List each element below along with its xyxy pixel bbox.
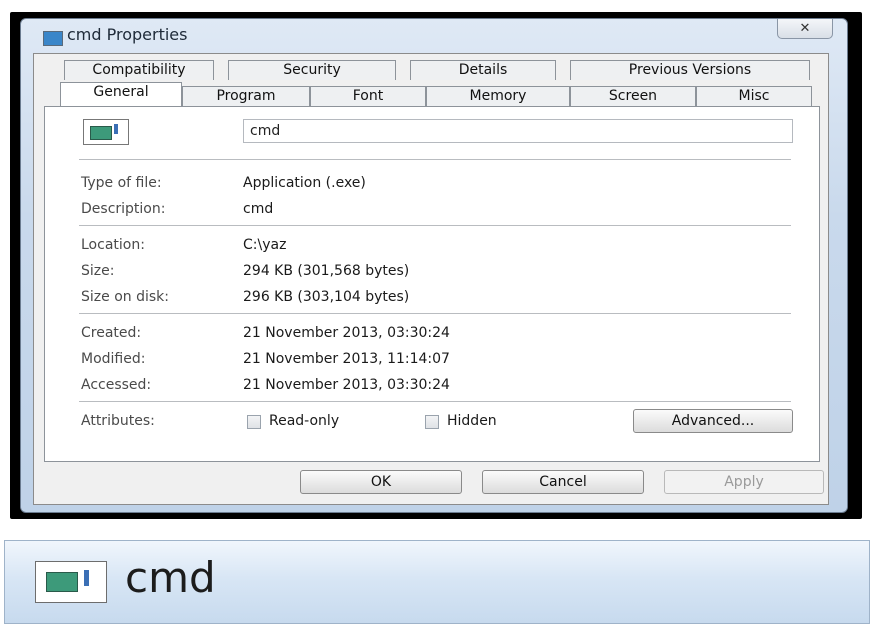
tab-compatibility[interactable]: Compatibility (64, 60, 214, 80)
window-title: cmd Properties (67, 25, 188, 44)
size-label: Size: (81, 263, 115, 279)
taskbar-label: cmd (125, 553, 216, 602)
divider (79, 401, 791, 402)
tab-security[interactable]: Security (228, 60, 396, 80)
dialog-body: Compatibility Security Details Previous … (33, 53, 829, 505)
tab-memory[interactable]: Memory (426, 86, 570, 106)
description-value: cmd (243, 201, 274, 217)
ok-button[interactable]: OK (300, 470, 462, 494)
description-label: Description: (81, 201, 166, 217)
attributes-label: Attributes: (81, 413, 155, 429)
created-value: 21 November 2013, 03:30:24 (243, 325, 450, 341)
hidden-label: Hidden (447, 413, 497, 429)
size-on-disk-value: 296 KB (303,104 bytes) (243, 289, 410, 305)
type-of-file-label: Type of file: (81, 175, 162, 191)
tab-program[interactable]: Program (182, 86, 310, 106)
read-only-checkbox[interactable] (247, 415, 261, 429)
tab-details[interactable]: Details (410, 60, 556, 80)
location-label: Location: (81, 237, 145, 253)
divider (79, 225, 791, 226)
location-value: C:\yaz (243, 237, 287, 253)
advanced-button[interactable]: Advanced... (633, 409, 793, 433)
cancel-button[interactable]: Cancel (482, 470, 644, 494)
tab-general[interactable]: General (60, 82, 182, 106)
close-button[interactable]: ✕ (777, 19, 833, 39)
divider (79, 313, 791, 314)
accessed-label: Accessed: (81, 377, 152, 393)
size-value: 294 KB (301,568 bytes) (243, 263, 410, 279)
apply-button[interactable]: Apply (664, 470, 824, 494)
divider (79, 159, 791, 160)
modified-value: 21 November 2013, 11:14:07 (243, 351, 450, 367)
accessed-value: 21 November 2013, 03:30:24 (243, 377, 450, 393)
properties-dialog: cmd Properties ✕ Compatibility Security … (20, 18, 848, 513)
created-label: Created: (81, 325, 142, 341)
console-app-icon (83, 119, 129, 145)
tab-misc[interactable]: Misc (696, 86, 812, 106)
size-on-disk-label: Size on disk: (81, 289, 169, 305)
tab-font[interactable]: Font (310, 86, 426, 106)
tab-previous-versions[interactable]: Previous Versions (570, 60, 810, 80)
tab-screen[interactable]: Screen (570, 86, 696, 106)
hidden-checkbox[interactable] (425, 415, 439, 429)
console-app-icon (35, 561, 107, 603)
read-only-label: Read-only (269, 413, 340, 429)
modified-label: Modified: (81, 351, 146, 367)
taskbar-item[interactable]: cmd (4, 540, 870, 624)
app-title-icon (43, 31, 63, 46)
general-tab-panel: Type of file: Application (.exe) Descrip… (44, 106, 820, 462)
file-name-input[interactable] (243, 119, 793, 143)
type-of-file-value: Application (.exe) (243, 175, 366, 191)
